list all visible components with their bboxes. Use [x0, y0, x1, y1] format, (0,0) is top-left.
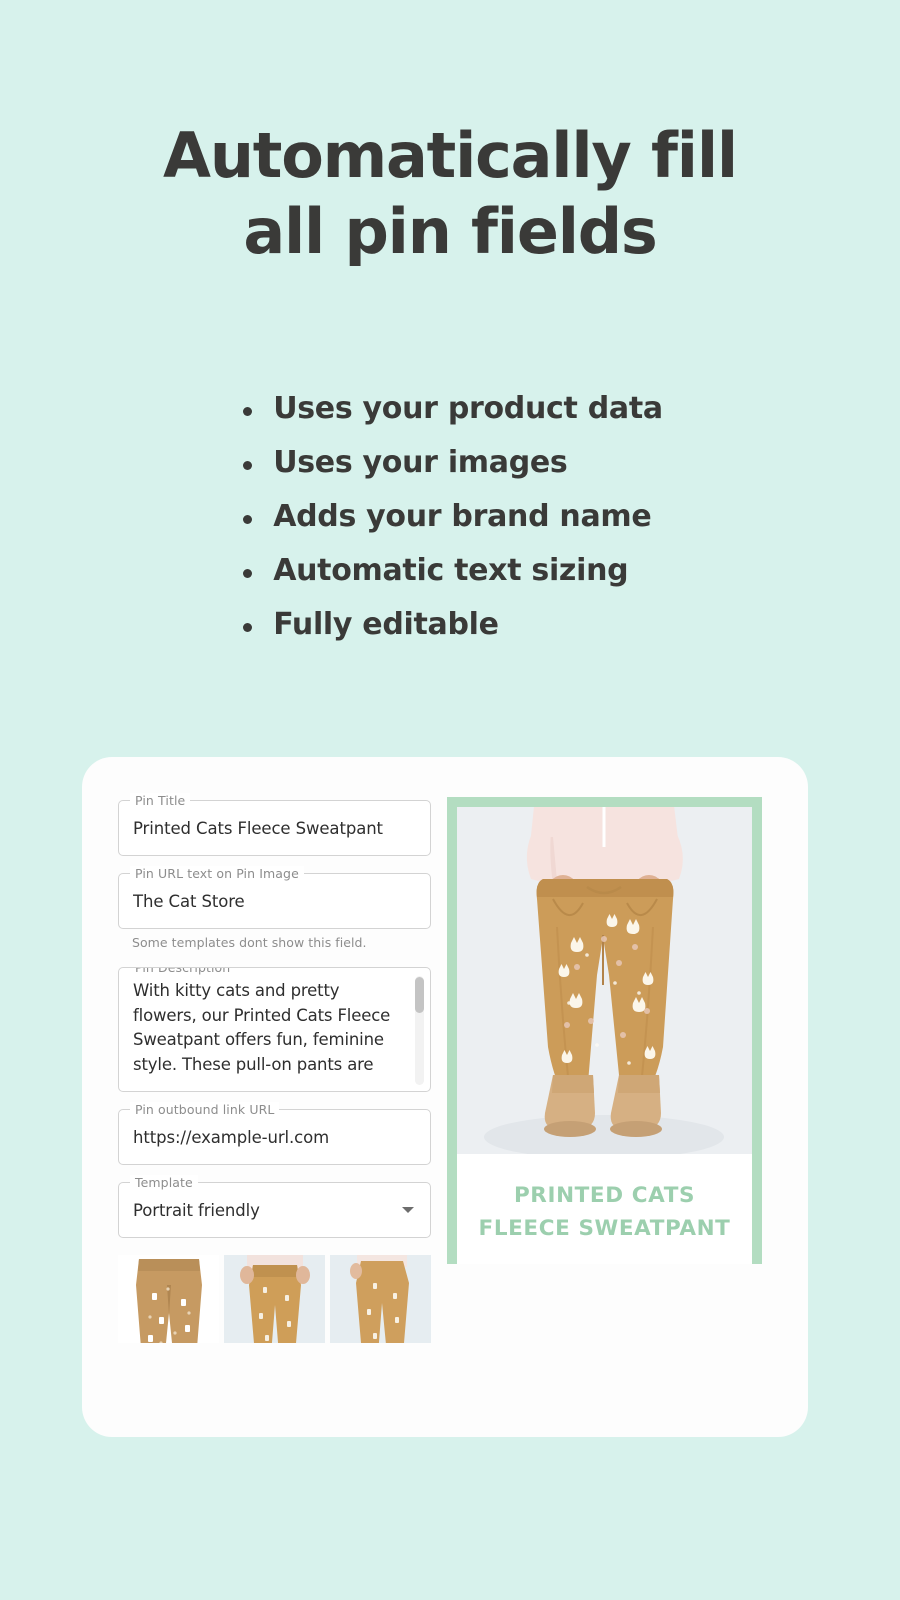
field-pin-title: Pin Title Printed Cats Fleece Sweatpant — [118, 793, 431, 856]
image-thumbnail-strip — [118, 1255, 431, 1343]
pin-caption-line-2: Fleece Sweatpant — [478, 1215, 731, 1241]
template-label: Template — [130, 1175, 198, 1191]
feature-label: Fully editable — [273, 607, 499, 642]
pin-description-value: With kitty cats and pretty flowers, our … — [133, 981, 391, 1080]
pin-outbound-url-input[interactable]: Pin outbound link URL https://example-ur… — [118, 1102, 431, 1165]
page-title-line-2: all pin fields — [243, 194, 657, 268]
pin-preview: Printed Cats Fleece Sweatpant — [447, 797, 762, 1264]
template-value: Portrait friendly — [133, 1200, 260, 1220]
pin-outbound-url-value: https://example-url.com — [133, 1127, 330, 1147]
pin-title-value: Printed Cats Fleece Sweatpant — [133, 818, 383, 838]
feature-label: Uses your images — [273, 445, 568, 480]
thumbnail-item[interactable] — [330, 1255, 431, 1343]
page-title-line-1: Automatically fill — [163, 119, 738, 192]
pin-url-text-input[interactable]: Pin URL text on Pin Image The Cat Store — [118, 866, 431, 929]
feature-label: Automatic text sizing — [273, 553, 629, 588]
pin-preview-image — [457, 807, 752, 1154]
pin-url-text-helper: Some templates dont show this field. — [132, 935, 367, 950]
pin-title-label: Pin Title — [130, 793, 191, 809]
feature-list: Uses your product data Uses your images … — [0, 382, 900, 652]
pin-form: Pin Title Printed Cats Fleece Sweatpant … — [118, 793, 431, 1343]
list-item: Adds your brand name — [237, 490, 663, 544]
pin-url-text-label: Pin URL text on Pin Image — [130, 866, 304, 882]
pin-preview-caption: Printed Cats Fleece Sweatpant — [457, 1154, 752, 1264]
template-select[interactable]: Template Portrait friendly — [118, 1175, 431, 1238]
field-template: Template Portrait friendly — [118, 1175, 431, 1238]
pin-url-text-value: The Cat Store — [133, 891, 245, 911]
page-title: Automatically fill all pin fields — [0, 118, 900, 269]
thumbnail-item[interactable] — [118, 1255, 219, 1343]
list-item: Uses your images — [237, 436, 663, 490]
pin-description-input[interactable]: Pin Description With kitty cats and pret… — [118, 967, 431, 1092]
list-item: Fully editable — [237, 598, 663, 652]
pin-caption-line-1: Printed Cats — [513, 1182, 696, 1208]
pin-description-label: Pin Description — [130, 968, 236, 976]
chevron-down-icon[interactable] — [402, 1207, 414, 1213]
product-photo-illustration — [457, 807, 752, 1154]
field-pin-outbound-url: Pin outbound link URL https://example-ur… — [118, 1102, 431, 1165]
pin-editor-card: Pin Title Printed Cats Fleece Sweatpant … — [82, 757, 808, 1437]
field-pin-url-text: Pin URL text on Pin Image The Cat Store … — [118, 866, 431, 950]
description-scrollbar-thumb[interactable] — [415, 977, 424, 1013]
feature-label: Uses your product data — [273, 391, 663, 426]
thumbnail-item[interactable] — [224, 1255, 325, 1343]
pin-outbound-url-label: Pin outbound link URL — [130, 1102, 280, 1118]
pin-title-input[interactable]: Pin Title Printed Cats Fleece Sweatpant — [118, 793, 431, 856]
field-pin-description: Pin Description With kitty cats and pret… — [118, 967, 431, 1092]
feature-label: Adds your brand name — [273, 499, 652, 534]
list-item: Automatic text sizing — [237, 544, 663, 598]
list-item: Uses your product data — [237, 382, 663, 436]
